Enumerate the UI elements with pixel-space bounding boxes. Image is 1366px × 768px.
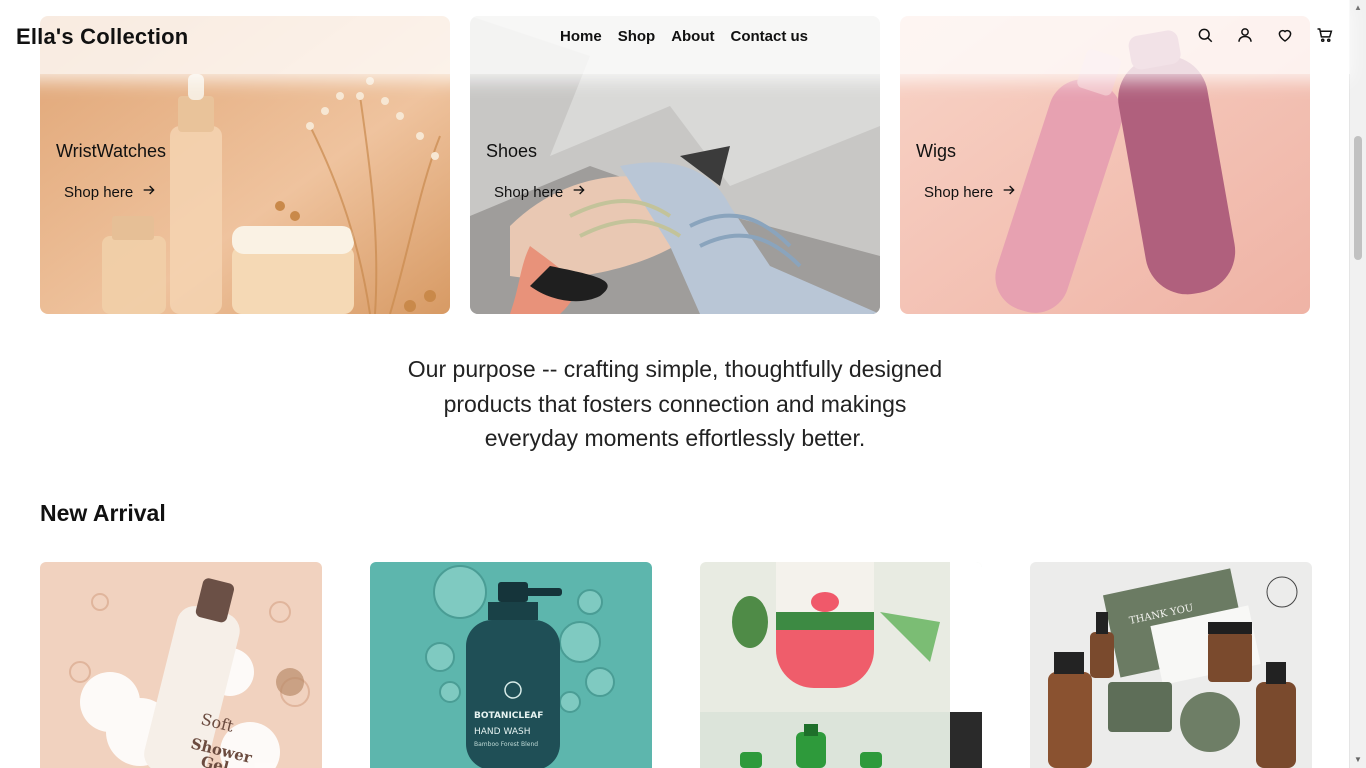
product-card[interactable] [700, 562, 982, 768]
new-arrival-products: Soft Shower Gel BOTANICLEAF HAND WASH Ba… [40, 562, 1312, 768]
cart-icon[interactable] [1316, 26, 1334, 44]
svg-text:BOTANICLEAF: BOTANICLEAF [474, 711, 543, 721]
scroll-down-icon[interactable]: ▼ [1354, 756, 1362, 764]
shop-here-link[interactable]: Shop here [924, 182, 1017, 202]
arrow-right-icon [571, 182, 587, 202]
brand-logo[interactable]: Ella's Collection [16, 24, 188, 50]
shop-here-label: Shop here [924, 183, 994, 201]
page-scrollbar[interactable]: ▲ ▼ [1349, 0, 1366, 768]
hand-wash-image: BOTANICLEAF HAND WASH Bamboo Forest Blen… [370, 562, 652, 768]
svg-text:Bamboo Forest Blend: Bamboo Forest Blend [474, 741, 538, 748]
scroll-up-icon[interactable]: ▲ [1354, 4, 1362, 12]
nav-home[interactable]: Home [560, 28, 602, 45]
shower-gel-image: Soft Shower Gel [40, 562, 322, 768]
new-arrival-heading: New Arrival [40, 500, 166, 526]
product-card[interactable]: Soft Shower Gel [40, 562, 322, 768]
svg-text:HAND WASH: HAND WASH [474, 727, 531, 737]
watermelon-bottle-image [700, 562, 982, 768]
shop-here-link[interactable]: Shop here [494, 182, 587, 202]
category-title: WristWatches [56, 141, 167, 161]
header-icons [1196, 26, 1334, 44]
heart-icon[interactable] [1276, 26, 1294, 44]
shop-here-label: Shop here [494, 183, 564, 201]
product-card[interactable]: THANK YOU [1030, 562, 1312, 768]
scroll-thumb[interactable] [1354, 136, 1362, 260]
search-icon[interactable] [1196, 26, 1214, 44]
shop-here-link[interactable]: Shop here [64, 182, 157, 202]
purpose-statement: Our purpose -- crafting simple, thoughtf… [407, 356, 943, 451]
product-card[interactable]: BOTANICLEAF HAND WASH Bamboo Forest Blen… [370, 562, 652, 768]
arrow-right-icon [1001, 182, 1017, 202]
nav-about[interactable]: About [671, 28, 714, 45]
site-header: Ella's Collection Home Shop About Contac… [0, 0, 1350, 74]
arrow-right-icon [141, 182, 157, 202]
shop-here-label: Shop here [64, 183, 134, 201]
category-title: Shoes [486, 141, 538, 161]
main-nav: Home Shop About Contact us [560, 28, 808, 45]
skincare-set-image: THANK YOU [1030, 562, 1312, 768]
category-title: Wigs [916, 141, 956, 161]
nav-shop[interactable]: Shop [618, 28, 656, 45]
nav-contact[interactable]: Contact us [731, 28, 809, 45]
user-icon[interactable] [1236, 26, 1254, 44]
